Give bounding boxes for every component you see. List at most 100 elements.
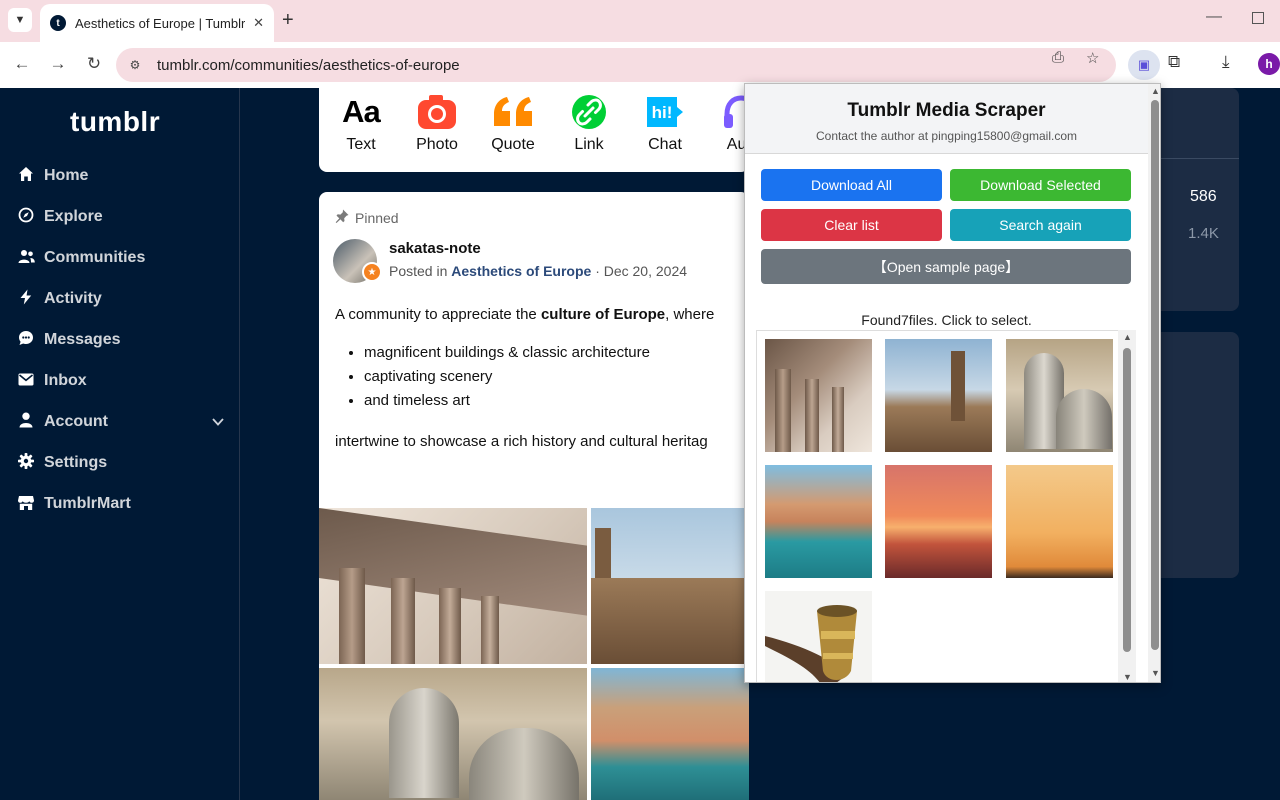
post-type-photo[interactable]: Photo [407, 88, 467, 154]
thumbnail-fountain-statue[interactable] [1006, 339, 1113, 452]
post-bullet-list: magnificent buildings & classic architec… [364, 344, 650, 416]
post-type-label: Link [574, 136, 604, 153]
text-post-icon: Aa [342, 94, 381, 129]
sidebar-item-messages[interactable]: Messages [16, 325, 228, 355]
sidebar-item-label: Account [44, 413, 108, 430]
scrollbar-thumb[interactable] [1151, 100, 1159, 650]
compass-icon [16, 207, 36, 227]
download-selected-button[interactable]: Download Selected [950, 169, 1131, 201]
thumbnail-baroque-cathedral[interactable] [885, 339, 992, 452]
community-link[interactable]: Aesthetics of Europe [451, 263, 591, 279]
post-type-chat[interactable]: hi! Chat [635, 88, 695, 154]
minimize-window-icon[interactable]: — [1206, 8, 1222, 26]
star-badge-icon: ★ [362, 262, 382, 282]
address-bar[interactable]: ⚙ tumblr.com/communities/aesthetics-of-e… [116, 48, 1116, 82]
url-text: tumblr.com/communities/aesthetics-of-eur… [157, 56, 460, 74]
chevron-down-icon: ▼ [14, 14, 26, 26]
envelope-icon [16, 373, 36, 390]
popup-header: Tumblr Media Scraper Contact the author … [745, 84, 1148, 154]
home-icon [16, 166, 36, 186]
lightning-icon [16, 289, 36, 309]
sidebar-item-communities[interactable]: Communities [16, 243, 228, 273]
gear-icon [16, 453, 36, 473]
chevron-down-icon[interactable] [212, 415, 224, 429]
thumbnail-colonnade[interactable] [765, 339, 872, 452]
thumbnail-grid-scrollbar[interactable]: ▲ ▼ [1118, 330, 1136, 682]
sidebar-item-settings[interactable]: Settings [16, 448, 228, 478]
clear-list-button[interactable]: Clear list [761, 209, 942, 241]
downloads-icon[interactable]: ⤓ [1222, 52, 1230, 72]
post-meta: Posted in Aesthetics of Europe · Dec 20,… [389, 263, 687, 279]
sidebar-item-tumblrmart[interactable]: TumblrMart [16, 489, 228, 519]
tab-title: Aesthetics of Europe | Tumblr [75, 15, 246, 31]
thumbnail-venice-canal[interactable] [765, 465, 872, 578]
tab-close-icon[interactable]: ✕ [253, 15, 264, 31]
chat-bubble-icon [16, 330, 36, 350]
reload-icon[interactable]: ↻ [82, 54, 106, 74]
sidebar-item-inbox[interactable]: Inbox [16, 366, 228, 396]
post-intro: A community to appreciate the culture of… [335, 306, 749, 323]
intro-start: A community to appreciate the [335, 306, 541, 323]
camera-icon [407, 88, 467, 136]
tumblr-favicon-icon: t [50, 15, 66, 31]
sidebar-item-label: Settings [44, 454, 108, 471]
search-again-button[interactable]: Search again [950, 209, 1131, 241]
person-icon [16, 412, 36, 432]
list-item: and timeless art [364, 392, 650, 416]
sidebar-item-explore[interactable]: Explore [16, 202, 228, 232]
photo-baroque-cathedral[interactable] [591, 508, 749, 664]
photo-colonnade[interactable] [319, 508, 587, 664]
install-app-icon[interactable]: ⎙ [1052, 49, 1064, 66]
photo-venice-canal[interactable] [591, 668, 749, 800]
scroll-down-arrow-icon[interactable]: ▼ [1151, 668, 1160, 678]
browser-toolbar: ← → ↻ ⚙ tumblr.com/communities/aesthetic… [0, 42, 1280, 88]
tumblr-sidebar: tumblr Home Explore Communities Activity… [0, 88, 240, 800]
post-type-link[interactable]: Link [559, 88, 619, 154]
media-scraper-extension-icon[interactable]: ▣ [1128, 50, 1160, 80]
thumbnail-sunset-sea[interactable] [885, 465, 992, 578]
scrollbar-thumb[interactable] [1123, 348, 1131, 652]
photo-fountain-statue[interactable] [319, 668, 587, 800]
people-icon [16, 249, 36, 268]
post-type-label: Text [346, 136, 376, 153]
site-info-icon[interactable]: ⚙ [124, 54, 146, 76]
post-type-label: Photo [416, 136, 458, 153]
tab-search-button[interactable]: ▼ [8, 8, 32, 32]
link-icon [559, 88, 619, 136]
thumbnail-drinking-horn[interactable] [765, 591, 872, 682]
sidebar-item-label: Activity [44, 290, 102, 307]
store-icon [16, 495, 36, 514]
sidebar-item-home[interactable]: Home [16, 161, 228, 191]
pin-icon [335, 209, 349, 226]
sidebar-item-label: Explore [44, 208, 103, 225]
post-type-text[interactable]: Aa Text [331, 88, 391, 154]
browser-tab[interactable]: t Aesthetics of Europe | Tumblr ✕ [40, 4, 274, 42]
pinned-post-card: Pinned ★ sakatas-note Posted in Aestheti… [319, 192, 749, 800]
sidebar-item-account[interactable]: Account [16, 407, 228, 437]
new-tab-plus-icon[interactable]: + [282, 9, 294, 32]
intro-bold: culture of Europe [540, 306, 666, 323]
post-type-quote[interactable]: Quote [483, 88, 543, 154]
post-author[interactable]: sakatas-note [389, 240, 481, 257]
sidebar-item-activity[interactable]: Activity [16, 284, 228, 314]
forward-arrow-icon[interactable]: → [46, 54, 70, 74]
open-sample-page-button[interactable]: 【Open sample page】 [761, 249, 1131, 284]
sidebar-item-label: Communities [44, 249, 146, 266]
bookmark-star-icon[interactable]: ☆ [1086, 49, 1099, 67]
download-all-button[interactable]: Download All [761, 169, 942, 201]
post-type-label: Chat [648, 136, 682, 153]
profile-avatar[interactable]: h [1258, 53, 1280, 75]
scroll-up-arrow-icon[interactable]: ▲ [1151, 86, 1160, 96]
popup-contact: Contact the author at pingping15800@gmai… [815, 129, 1077, 143]
tumblr-logo[interactable]: tumblr [70, 106, 160, 138]
svg-text:hi!: hi! [652, 103, 673, 122]
extensions-puzzle-icon[interactable]: ⧉ [1168, 52, 1180, 72]
popup-scrollbar[interactable]: ▲ ▼ [1148, 84, 1160, 682]
back-arrow-icon[interactable]: ← [10, 54, 34, 74]
maximize-window-icon[interactable] [1252, 12, 1264, 24]
scroll-down-arrow-icon[interactable]: ▼ [1123, 672, 1132, 682]
stat-members: 586 [1190, 188, 1217, 205]
scroll-up-arrow-icon[interactable]: ▲ [1123, 332, 1132, 342]
chat-icon: hi! [635, 88, 695, 136]
thumbnail-sunset-birds[interactable] [1006, 465, 1113, 578]
